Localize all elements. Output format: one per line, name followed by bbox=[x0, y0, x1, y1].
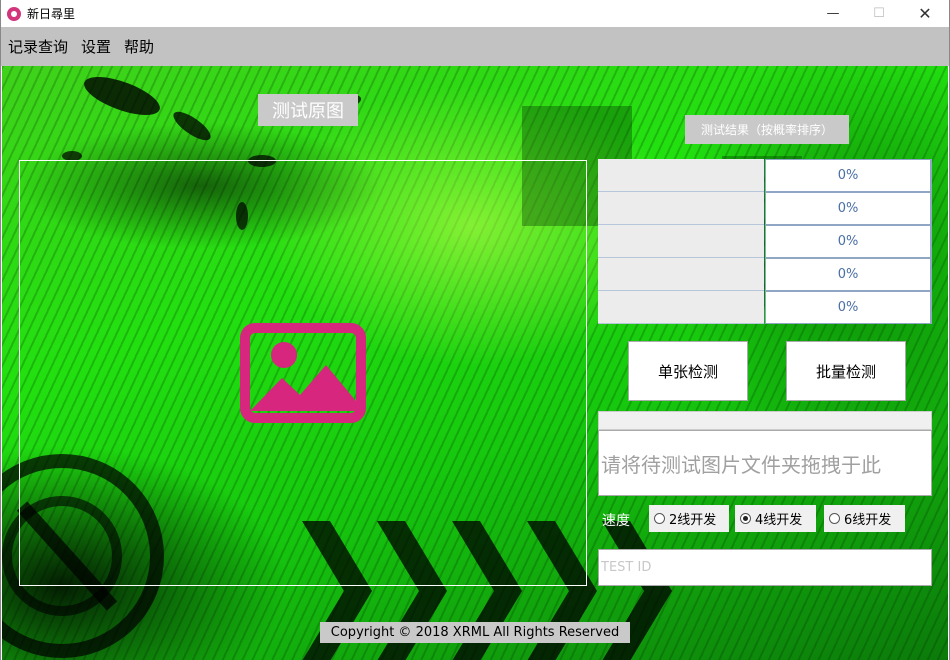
menu-item-settings[interactable]: 设置 bbox=[81, 36, 111, 57]
title-bar: 新日尋里 — ☐ ✕ bbox=[0, 0, 950, 27]
results-title: 测试结果（按概率排序） bbox=[685, 115, 849, 144]
radio-checked-icon[interactable] bbox=[740, 513, 751, 524]
result-label bbox=[598, 225, 764, 258]
drop-zone-header bbox=[598, 411, 932, 430]
result-value: 0% bbox=[765, 258, 932, 291]
test-id-input[interactable] bbox=[598, 549, 932, 586]
result-value: 0% bbox=[765, 291, 932, 324]
result-label bbox=[598, 258, 764, 291]
minimize-icon[interactable]: — bbox=[810, 0, 856, 27]
preview-title: 测试原图 bbox=[258, 94, 358, 126]
image-placeholder-icon bbox=[240, 323, 366, 423]
speed-option-2[interactable]: 2线开发 bbox=[649, 505, 729, 532]
radio-icon[interactable] bbox=[654, 513, 665, 524]
speed-option-label: 4线开发 bbox=[755, 513, 803, 528]
camera-icon bbox=[7, 6, 21, 21]
speed-option-6[interactable]: 6线开发 bbox=[824, 505, 905, 532]
close-icon[interactable]: ✕ bbox=[902, 0, 948, 27]
batch-detect-button[interactable]: 批量检测 bbox=[786, 341, 906, 401]
result-row: 0% bbox=[598, 159, 932, 192]
drop-zone-hint: 请将待测试图片文件夹拖拽于此 bbox=[601, 452, 881, 477]
speed-option-4[interactable]: 4线开发 bbox=[735, 505, 816, 532]
window-title: 新日尋里 bbox=[27, 7, 76, 21]
result-row: 0% bbox=[598, 258, 932, 291]
folder-drop-zone[interactable]: 请将待测试图片文件夹拖拽于此 bbox=[598, 430, 932, 496]
result-label bbox=[598, 291, 764, 324]
result-value: 0% bbox=[765, 192, 932, 225]
speed-option-label: 2线开发 bbox=[669, 513, 717, 528]
result-row: 0% bbox=[598, 291, 932, 324]
speed-label: 速度 bbox=[602, 513, 630, 529]
menu-item-help[interactable]: 帮助 bbox=[124, 36, 154, 57]
speed-option-label: 6线开发 bbox=[844, 513, 892, 528]
result-value: 0% bbox=[765, 225, 932, 258]
copyright-text: Copyright © 2018 XRML All Rights Reserve… bbox=[320, 622, 630, 643]
result-value: 0% bbox=[765, 159, 932, 192]
menu-item-records[interactable]: 记录查询 bbox=[8, 36, 68, 57]
result-label bbox=[598, 192, 764, 225]
maximize-icon[interactable]: ☐ bbox=[856, 0, 902, 27]
results-table: 0% 0% 0% 0% 0% bbox=[598, 159, 932, 324]
result-row: 0% bbox=[598, 225, 932, 258]
result-row: 0% bbox=[598, 192, 932, 225]
menu-bar: 记录查询 设置 帮助 bbox=[0, 27, 950, 66]
radio-icon[interactable] bbox=[829, 513, 840, 524]
single-detect-button[interactable]: 单张检测 bbox=[628, 341, 748, 401]
result-label bbox=[598, 159, 764, 192]
